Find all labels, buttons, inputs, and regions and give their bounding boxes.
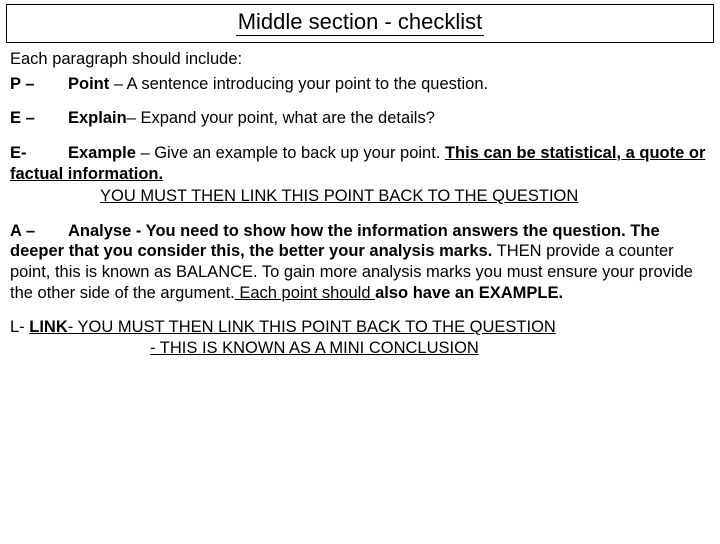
a-part3: also have an EXAMPLE. (375, 284, 563, 302)
key-example: Example (68, 144, 136, 162)
title-bar: Middle section - checklist (6, 4, 714, 43)
row-analyse: A –Analyse - You need to show how the in… (10, 221, 710, 304)
key-analyse: Analyse (68, 222, 131, 240)
body-a: Analyse - You need to show how the infor… (10, 222, 693, 302)
letter-a: A – (10, 221, 68, 242)
letter-e2: E- (10, 143, 68, 164)
l-rest1: - YOU MUST THEN LINK THIS POINT BACK TO … (68, 318, 556, 336)
row-link: L- LINK- YOU MUST THEN LINK THIS POINT B… (10, 317, 710, 358)
l-prefix: L- (10, 318, 29, 336)
intro-line: Each paragraph should include: (10, 49, 710, 70)
a-eachpoint: Each point should (235, 284, 375, 302)
row-example: E-Example – Give an example to back up y… (10, 143, 710, 207)
letter-p: P – (10, 74, 68, 95)
example-linkback: YOU MUST THEN LINK THIS POINT BACK TO TH… (100, 186, 710, 207)
key-link: LINK (29, 318, 68, 336)
row-explain: E –Explain– Expand your point, what are … (10, 108, 710, 129)
letter-e1: E – (10, 108, 68, 129)
row-point: P –Point – A sentence introducing your p… (10, 74, 710, 95)
key-point: Point (68, 75, 109, 93)
rest-explain: – Expand your point, what are the detail… (127, 109, 435, 127)
page-title: Middle section - checklist (236, 9, 485, 36)
rest-point: – A sentence introducing your point to t… (109, 75, 488, 93)
body-e2: Example – Give an example to back up you… (10, 144, 705, 183)
l-rest2: - THIS IS KNOWN AS A MINI CONCLUSION (150, 338, 710, 359)
key-explain: Explain (68, 109, 127, 127)
body-e1: Explain– Expand your point, what are the… (68, 109, 435, 127)
mid-example: – Give an example to back up your point. (136, 144, 445, 162)
content-area: Each paragraph should include: P –Point … (0, 43, 720, 359)
body-p: Point – A sentence introducing your poin… (68, 75, 488, 93)
